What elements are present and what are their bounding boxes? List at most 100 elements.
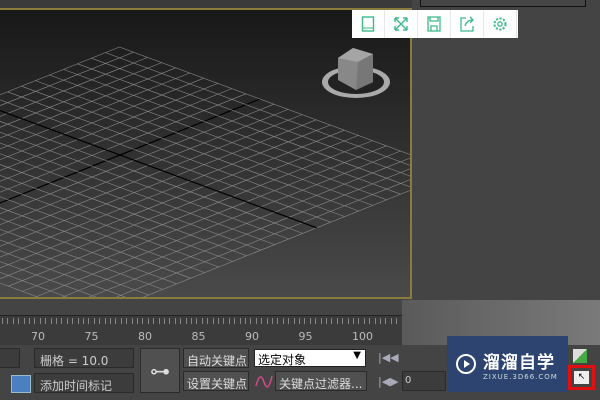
timeline-tick bbox=[320, 318, 322, 324]
timeline-tick bbox=[7, 318, 9, 324]
timeline-tick bbox=[2, 318, 3, 324]
timeline-tick bbox=[158, 318, 160, 324]
timeline-tick bbox=[347, 318, 349, 324]
status-field bbox=[0, 348, 20, 368]
fullscreen-icon bbox=[394, 17, 408, 31]
timeline-tick bbox=[50, 318, 52, 324]
timeline-tick bbox=[299, 318, 300, 324]
timeline-tick bbox=[309, 318, 311, 324]
settings-button[interactable] bbox=[484, 10, 517, 38]
share-button[interactable] bbox=[451, 10, 484, 38]
timeline-tick bbox=[142, 318, 144, 324]
timeline-tick bbox=[288, 318, 290, 324]
time-tag-icon[interactable] bbox=[11, 375, 31, 393]
timeline-tick bbox=[180, 318, 182, 324]
timeline-tick bbox=[277, 318, 279, 324]
timeline-tick bbox=[369, 318, 371, 324]
selection-dropdown[interactable]: 选定对象 ▼ bbox=[254, 349, 366, 367]
save-icon bbox=[427, 16, 441, 32]
top-strip bbox=[0, 0, 412, 8]
timeline-tick bbox=[250, 318, 252, 324]
timeline-tick bbox=[266, 318, 268, 324]
set-key-button[interactable]: 设置关键点 bbox=[183, 371, 249, 391]
timeline-tick bbox=[223, 318, 225, 324]
timeline-tick bbox=[61, 318, 63, 324]
timeline-tick bbox=[282, 318, 284, 324]
timeline-tick bbox=[34, 318, 36, 324]
tablet-icon bbox=[361, 16, 375, 32]
timeline-tick bbox=[93, 318, 95, 324]
watermark-logo: 溜溜自学 ZIXUE.3D66.COM bbox=[447, 336, 568, 392]
timeline-tick bbox=[153, 318, 155, 324]
share-icon bbox=[460, 16, 474, 32]
viewport-layout-icon[interactable] bbox=[573, 349, 587, 363]
command-panel bbox=[412, 0, 600, 315]
timeline-tick bbox=[18, 318, 20, 324]
timeline-tick bbox=[23, 318, 25, 324]
curve-editor-icon[interactable] bbox=[255, 372, 273, 390]
selection-value: 选定对象 bbox=[258, 353, 307, 367]
timeline-tick bbox=[212, 318, 214, 324]
timeline-tick bbox=[201, 318, 203, 324]
timeline-label: 90 bbox=[245, 330, 259, 343]
timeline-tick bbox=[380, 318, 381, 324]
timeline-tick bbox=[88, 318, 90, 324]
key-filters-button[interactable]: 关键点过滤器... bbox=[275, 371, 367, 391]
watermark-url: ZIXUE.3D66.COM bbox=[483, 372, 558, 381]
viewcube-icon[interactable] bbox=[0, 10, 412, 299]
timeline-tick bbox=[196, 318, 198, 324]
tablet-button[interactable] bbox=[352, 10, 385, 38]
timeline-label: 95 bbox=[298, 330, 313, 343]
panel-box bbox=[420, 0, 586, 7]
timeline-tick bbox=[304, 318, 306, 324]
timeline-tick bbox=[326, 318, 327, 324]
timeline-tick bbox=[293, 318, 295, 324]
timeline-tick bbox=[342, 318, 344, 324]
prev-frame-icon[interactable]: |◀▶ bbox=[378, 375, 399, 388]
timeline-tick bbox=[137, 318, 138, 324]
timeline-tick bbox=[390, 318, 392, 324]
frame-field[interactable]: 0 bbox=[402, 371, 446, 391]
save-button[interactable] bbox=[418, 10, 451, 38]
timeline-tick bbox=[191, 318, 192, 324]
key-mode-button[interactable]: ⊶ bbox=[140, 348, 180, 393]
timeline-tick bbox=[147, 318, 149, 324]
timeline-tick bbox=[239, 318, 241, 324]
timeline-tick bbox=[126, 318, 128, 324]
grid-size-label: 栅格 = 10.0 bbox=[34, 348, 134, 368]
timeline-label: 80 bbox=[138, 330, 152, 343]
timeline-tick bbox=[164, 318, 165, 324]
auto-key-button[interactable]: 自动关键点 bbox=[183, 348, 249, 368]
play-logo-icon bbox=[456, 354, 476, 374]
timeline-tick bbox=[72, 318, 74, 324]
timeline-tick bbox=[45, 318, 47, 324]
timeline-tick bbox=[234, 318, 236, 324]
timeline-tick bbox=[83, 318, 84, 324]
timeline-tick bbox=[218, 318, 219, 324]
timeline-tick bbox=[174, 318, 176, 324]
timeline-tick bbox=[228, 318, 230, 324]
timeline-tick bbox=[66, 318, 68, 324]
timeline-label: 100 bbox=[352, 330, 373, 343]
timeline-tick bbox=[358, 318, 360, 324]
settings-icon bbox=[493, 17, 507, 31]
timeline-tick bbox=[245, 318, 246, 324]
timeline-tick bbox=[12, 318, 14, 324]
timeline-tick bbox=[363, 318, 365, 324]
timeline-label: 70 bbox=[31, 330, 45, 343]
timeline-tick bbox=[56, 318, 57, 324]
chevron-down-icon: ▼ bbox=[353, 350, 361, 361]
timeline-tick bbox=[77, 318, 79, 324]
timeline-tick bbox=[120, 318, 122, 324]
perspective-viewport[interactable] bbox=[0, 8, 412, 299]
add-time-tag-field[interactable]: 添加时间标记 bbox=[34, 373, 134, 393]
watermark-brand: 溜溜自学 bbox=[483, 352, 555, 373]
timeline-tick bbox=[396, 318, 398, 324]
time-slider-ruler[interactable]: 70 75 80 85 90 95 100 bbox=[0, 315, 402, 345]
fullscreen-button[interactable] bbox=[385, 10, 418, 38]
timeline-tick bbox=[261, 318, 263, 324]
go-to-start-icon[interactable]: |◀◀ bbox=[378, 351, 399, 364]
maximize-viewport-toggle-highlight[interactable]: ↖ bbox=[568, 365, 595, 390]
timeline-tick bbox=[374, 318, 376, 324]
timeline-tick bbox=[272, 318, 273, 324]
